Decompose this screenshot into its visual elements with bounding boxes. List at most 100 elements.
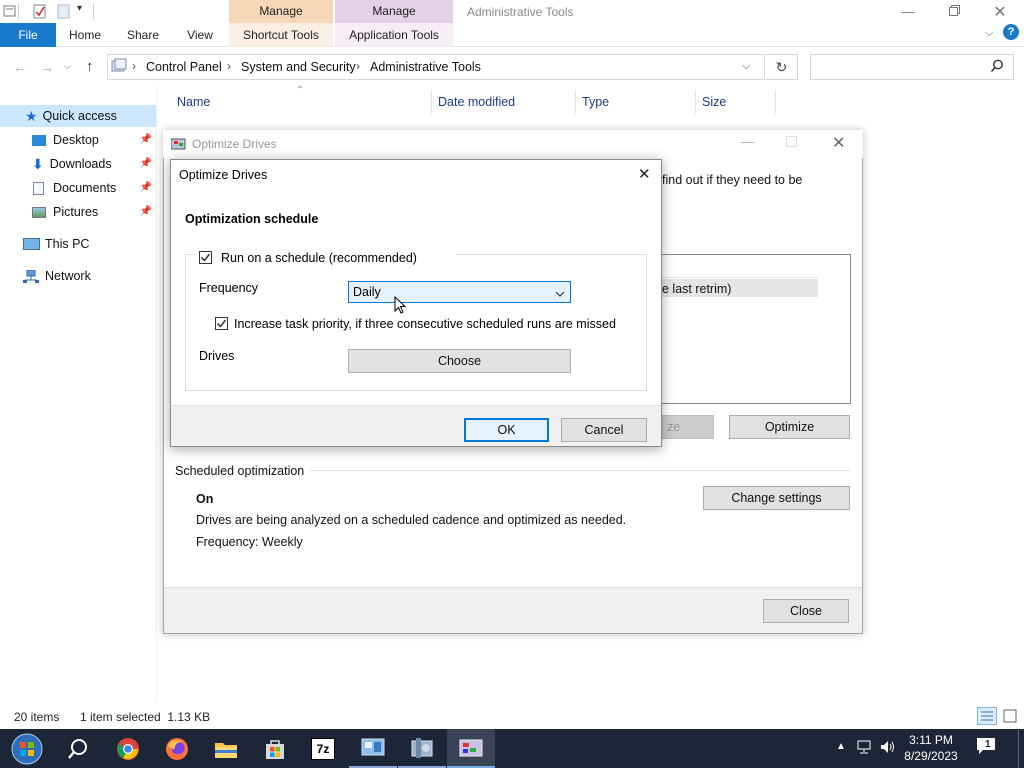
tab-home[interactable]: Home xyxy=(60,23,110,47)
pin-icon[interactable]: 📌 xyxy=(140,134,152,145)
column-divider[interactable] xyxy=(575,90,576,114)
schedule-frequency: Frequency: Weekly xyxy=(196,535,303,549)
column-header-type[interactable]: Type xyxy=(582,95,609,109)
column-header-size[interactable]: Size xyxy=(702,95,726,109)
column-divider[interactable] xyxy=(775,90,776,114)
bg-maximize-icon[interactable] xyxy=(786,136,797,147)
forward-arrow-icon[interactable]: → xyxy=(40,59,54,75)
breadcrumb-separator-icon[interactable]: › xyxy=(132,59,136,73)
close-icon: ✕ xyxy=(993,3,1007,21)
refresh-icon: ↻ xyxy=(775,58,788,75)
ok-button[interactable]: OK xyxy=(464,418,549,442)
nav-item-desktop[interactable]: Desktop 📌 xyxy=(0,129,156,151)
show-desktop-button[interactable] xyxy=(1018,729,1019,768)
increase-priority-checkbox[interactable] xyxy=(215,317,228,330)
desktop-folder-icon xyxy=(32,134,46,146)
tab-share[interactable]: Share xyxy=(118,23,168,47)
taskbar-search-button[interactable] xyxy=(54,729,102,768)
nav-item-label: Documents xyxy=(53,181,117,195)
clock-date[interactable]: 8/29/2023 xyxy=(901,749,961,763)
optimize-button[interactable]: Optimize xyxy=(729,415,850,439)
recent-locations-icon[interactable]: ⌵ xyxy=(64,61,71,72)
7zip-icon: 7z xyxy=(311,737,335,760)
qat-dropdown-icon[interactable]: ▾ xyxy=(77,3,82,14)
taskbar-firefox[interactable] xyxy=(153,729,201,768)
nav-item-pictures[interactable]: Pictures 📌 xyxy=(0,201,156,223)
cancel-button[interactable]: Cancel xyxy=(561,418,647,442)
taskbar-optimize-drives[interactable] xyxy=(447,729,495,768)
schedule-state: On xyxy=(196,492,214,506)
analyze-button-fragment[interactable]: ze xyxy=(662,415,714,439)
address-dropdown-icon[interactable]: ⌵ xyxy=(742,60,750,73)
start-button[interactable] xyxy=(3,729,51,768)
column-header-date-modified[interactable]: Date modified xyxy=(438,95,515,109)
pin-icon[interactable]: 📌 xyxy=(140,182,152,193)
tab-shortcut-tools[interactable]: Shortcut Tools xyxy=(229,23,333,47)
volume-icon[interactable] xyxy=(879,739,897,758)
nav-item-quick-access[interactable]: ★ Quick access xyxy=(0,105,156,127)
run-on-schedule-checkbox[interactable] xyxy=(199,251,212,264)
folder-icon xyxy=(215,742,237,758)
bg-footer xyxy=(164,587,862,633)
checkmark-doc-icon[interactable] xyxy=(33,4,47,22)
restore-button[interactable] xyxy=(931,0,977,23)
nav-item-documents[interactable]: Documents 📌 xyxy=(0,177,156,199)
defrag-app-icon xyxy=(170,137,186,154)
up-arrow-icon[interactable]: ↑ xyxy=(86,58,94,75)
search-input[interactable] xyxy=(810,54,1014,80)
ribbon-expand-icon[interactable]: ⌵ xyxy=(985,27,993,40)
pin-icon[interactable]: 📌 xyxy=(140,158,152,169)
details-view-icon[interactable] xyxy=(977,707,997,725)
refresh-button[interactable]: ↻ xyxy=(766,54,798,80)
mouse-cursor-icon xyxy=(394,295,407,318)
minimize-button[interactable]: — xyxy=(885,0,931,23)
column-divider[interactable] xyxy=(431,90,432,114)
breadcrumb-separator-icon[interactable]: › xyxy=(227,59,231,73)
network-tray-icon[interactable] xyxy=(856,739,874,758)
nav-item-downloads[interactable]: ⬇ Downloads 📌 xyxy=(0,153,156,175)
show-hidden-icons-icon[interactable]: ▲ xyxy=(836,741,846,752)
properties-icon[interactable] xyxy=(3,4,17,21)
new-folder-icon[interactable] xyxy=(57,4,71,22)
taskbar-administrative-tools[interactable] xyxy=(398,729,446,768)
breadcrumb-administrative-tools[interactable]: Administrative Tools xyxy=(370,60,481,74)
frequency-select[interactable]: Daily xyxy=(348,281,571,303)
frequency-label: Frequency xyxy=(199,281,259,295)
run-on-schedule-label[interactable]: Run on a schedule (recommended) xyxy=(221,251,417,265)
bg-minimize-icon[interactable]: — xyxy=(741,134,754,149)
change-settings-button[interactable]: Change settings xyxy=(703,486,850,510)
tab-file[interactable]: File xyxy=(0,23,56,47)
taskbar-store[interactable] xyxy=(251,729,299,768)
picture-icon xyxy=(32,206,46,218)
dialog-title: Optimize Drives xyxy=(179,168,268,182)
help-icon[interactable]: ? xyxy=(1003,24,1019,40)
column-header-name[interactable]: Name xyxy=(177,95,210,109)
taskbar-chrome[interactable] xyxy=(104,729,152,768)
large-icons-view-icon[interactable] xyxy=(1001,707,1019,725)
status-selection: 1 item selected 1.13 KB xyxy=(80,710,211,724)
tab-application-tools[interactable]: Application Tools xyxy=(335,23,453,47)
pin-icon[interactable]: 📌 xyxy=(140,206,152,217)
breadcrumb-separator-icon[interactable]: › xyxy=(356,59,360,73)
schedule-description: Drives are being analyzed on a scheduled… xyxy=(196,513,627,527)
chrome-icon xyxy=(117,737,139,760)
choose-drives-button[interactable]: Choose xyxy=(348,349,571,373)
breadcrumb-system-and-security[interactable]: System and Security xyxy=(241,60,356,74)
taskbar-7zip[interactable]: 7z xyxy=(299,729,347,768)
nav-item-this-pc[interactable]: This PC xyxy=(0,233,156,255)
back-arrow-icon[interactable]: ← xyxy=(13,59,27,75)
taskbar-file-explorer[interactable] xyxy=(202,729,250,768)
increase-priority-label[interactable]: Increase task priority, if three consecu… xyxy=(234,317,616,331)
column-divider[interactable] xyxy=(695,90,696,114)
clock-time[interactable]: 3:11 PM xyxy=(901,733,961,747)
frequency-value: Daily xyxy=(353,285,381,299)
close-window-button[interactable]: ✕ xyxy=(977,0,1023,23)
bg-close-icon[interactable]: ✕ xyxy=(832,133,845,153)
breadcrumb-control-panel[interactable]: Control Panel xyxy=(146,60,222,74)
dialog-close-icon[interactable]: ✕ xyxy=(638,165,651,183)
close-button[interactable]: Close xyxy=(763,599,849,623)
tab-view[interactable]: View xyxy=(175,23,225,47)
nav-item-network[interactable]: Network xyxy=(0,265,156,287)
windows-orb-icon xyxy=(11,733,43,764)
taskbar-control-panel[interactable] xyxy=(349,729,397,768)
